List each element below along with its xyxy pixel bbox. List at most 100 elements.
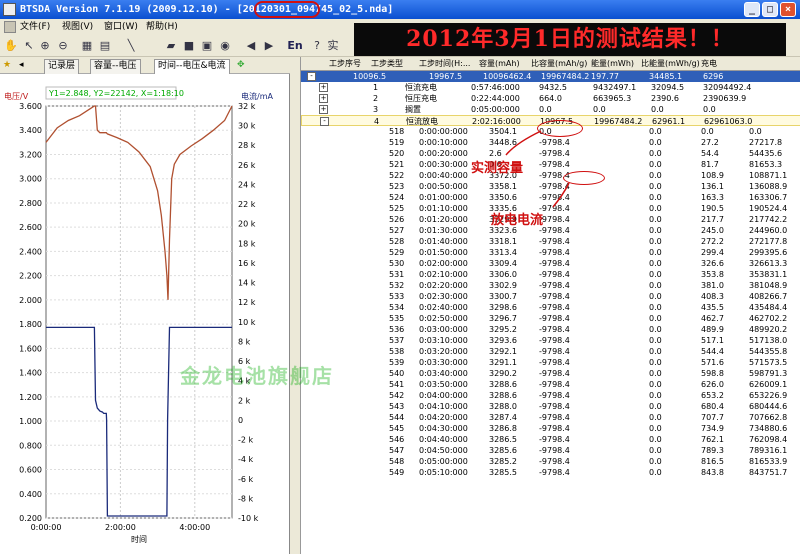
record-cell: 816533.9 (749, 457, 788, 466)
record-cell: 353831.1 (749, 270, 788, 279)
record-row[interactable]: 549 0:05:10:000 3285.5 -9798.4 0.0 843.8 84375… (301, 467, 800, 478)
record-row[interactable]: 532 0:02:20:000 3302.9 -9798.4 0.0 381.0 38104… (301, 280, 800, 291)
y1-tick-label: 0.400 (19, 490, 42, 499)
record-cell: -9798.4 (539, 259, 570, 268)
record-row[interactable]: 535 0:02:50:000 3296.7 -9798.4 0.0 462.7 46270… (301, 313, 800, 324)
save-icon[interactable]: ■ (182, 39, 196, 53)
tab-records[interactable]: 记录层 (44, 59, 80, 74)
open-folder-icon[interactable]: ▰ (164, 39, 178, 53)
record-cell: 531 (389, 270, 405, 279)
record-cell: 843.8 (701, 468, 724, 477)
record-cell: 0:02:30:000 (419, 292, 468, 301)
line-tool-icon[interactable]: ╲ (124, 39, 138, 53)
record-cell: 541 (389, 380, 405, 389)
record-cell: 534 (389, 303, 405, 312)
record-row[interactable]: 542 0:04:00:000 3288.6 -9798.4 0.0 653.2 65322… (301, 390, 800, 401)
tab-capacity-voltage[interactable]: 容量--电压 (90, 59, 141, 74)
record-cell: 0.0 (649, 457, 662, 466)
mode-button[interactable]: 实 (326, 39, 340, 53)
record-row[interactable]: 545 0:04:30:000 3286.8 -9798.4 0.0 734.9 73488… (301, 423, 800, 434)
record-row[interactable]: 541 0:03:50:000 3288.6 -9798.4 0.0 626.0 62600… (301, 379, 800, 390)
record-row[interactable]: 537 0:03:10:000 3293.6 -9798.4 0.0 517.1 51713… (301, 335, 800, 346)
menu-file[interactable]: 文件(F) (20, 19, 50, 36)
record-cell: -9798.4 (539, 446, 570, 455)
record-row[interactable]: 548 0:05:00:000 3285.2 -9798.4 0.0 816.5 81653… (301, 456, 800, 467)
doc-icon (4, 21, 16, 33)
record-cell: -9798.4 (539, 336, 570, 345)
y2-tick-label: 14 k (238, 279, 256, 288)
record-cell: 3287.4 (489, 413, 517, 422)
y1-tick-label: 2.200 (19, 272, 42, 281)
pointer-icon[interactable]: ↖ (22, 39, 36, 53)
record-cell: 626.0 (701, 380, 724, 389)
record-row[interactable]: 543 0:04:10:000 3288.0 -9798.4 0.0 680.4 68044… (301, 401, 800, 412)
record-cell: 0.0 (649, 292, 662, 301)
record-cell: 517138.0 (749, 336, 788, 345)
record-cell: 3292.1 (489, 347, 517, 356)
y1-tick-label: 0.600 (19, 466, 42, 475)
record-cell: 3286.5 (489, 435, 517, 444)
record-row[interactable]: 544 0:04:20:000 3287.4 -9798.4 0.0 707.7 70766… (301, 412, 800, 423)
record-row[interactable]: 531 0:02:10:000 3306.0 -9798.4 0.0 353.8 35383… (301, 269, 800, 280)
record-cell: 543 (389, 402, 405, 411)
table-icon[interactable]: ▦ (80, 39, 94, 53)
menu-help[interactable]: 帮助(H) (146, 19, 178, 36)
record-cell: -9798.4 (539, 468, 570, 477)
y1-tick-label: 1.200 (19, 393, 42, 402)
settings-icon[interactable]: ◉ (218, 39, 232, 53)
record-row[interactable]: 538 0:03:20:000 3292.1 -9798.4 0.0 544.4 54435… (301, 346, 800, 357)
plot-frame (45, 105, 233, 519)
tab-time-voltage-current[interactable]: 时间--电压&电流 (154, 59, 230, 75)
arrow-left-icon[interactable]: ◀ (244, 39, 258, 53)
window-title: BTSDA Version 7.1.19 (2009.12.10) - [201… (20, 0, 393, 19)
record-cell: 408266.7 (749, 292, 788, 301)
record-cell: 0:04:10:000 (419, 402, 468, 411)
current-series-line (46, 326, 232, 517)
help-icon[interactable]: ? (310, 39, 324, 53)
add-tab-icon[interactable]: ✥ (234, 59, 248, 74)
record-cell: 3291.1 (489, 358, 517, 367)
data-grid: 工步序号 工步类型 工步时间(H:... 容量(mAh) 比容量(mAh/g) 能量(mW… (300, 57, 800, 554)
record-row[interactable]: 536 0:03:00:000 3295.2 -9798.4 0.0 489.9 48992… (301, 324, 800, 335)
y2-tick-label: 28 k (238, 141, 256, 150)
record-row[interactable]: 534 0:02:40:000 3298.6 -9798.4 0.0 435.5 43548… (301, 302, 800, 313)
tab-scroll-left[interactable]: ◂ (16, 59, 42, 74)
record-cell: 547 (389, 446, 405, 455)
record-cell: -9798.4 (539, 347, 570, 356)
y2-tick-label: 20 k (238, 220, 256, 229)
record-row[interactable]: 547 0:04:50:000 3285.6 -9798.4 0.0 789.3 78931… (301, 445, 800, 456)
close-button[interactable]: × (780, 2, 796, 17)
record-row[interactable]: 540 0:03:40:000 3290.2 -9798.4 0.0 598.8 59879… (301, 368, 800, 379)
menu-window[interactable]: 窗口(W) (104, 19, 138, 36)
record-cell: 0.0 (649, 336, 662, 345)
result-banner: 2012年3月1日的测试结果！！ (354, 23, 786, 56)
record-row[interactable]: 530 0:02:00:000 3309.4 -9798.4 0.0 326.6 32661… (301, 258, 800, 269)
maximize-button[interactable]: □ (762, 2, 778, 17)
zoom-in-icon[interactable]: ⊕ (38, 39, 52, 53)
minimize-button[interactable]: _ (744, 2, 760, 17)
record-cell: 0.0 (649, 468, 662, 477)
record-cell: 0:05:10:000 (419, 468, 468, 477)
record-cell: 3288.0 (489, 402, 517, 411)
record-cell: 0:02:40:000 (419, 303, 468, 312)
record-cell: 3288.6 (489, 380, 517, 389)
record-cell: 680.4 (701, 402, 724, 411)
grid-icon[interactable]: ▤ (98, 39, 112, 53)
record-row[interactable]: 539 0:03:30:000 3291.1 -9798.4 0.0 571.6 57157… (301, 357, 800, 368)
record-cell: 3290.2 (489, 369, 517, 378)
y2-tick-label: 26 k (238, 161, 256, 170)
hand-icon[interactable]: ✋ (4, 39, 18, 53)
print-icon[interactable]: ▣ (200, 39, 214, 53)
record-row[interactable]: 546 0:04:40:000 3286.5 -9798.4 0.0 762.1 76209… (301, 434, 800, 445)
voltage-current-chart[interactable]: Y1=2.848, Y2=22142, X=1:18:10 电压/V 电流/mA 0:… (0, 74, 290, 554)
arrow-right-icon[interactable]: ▶ (262, 39, 276, 53)
zoom-out-icon[interactable]: ⊖ (56, 39, 70, 53)
record-cell: 0:04:00:000 (419, 391, 468, 400)
language-button[interactable]: En (286, 39, 304, 53)
menu-view[interactable]: 视图(V) (62, 19, 93, 36)
record-cell: 381048.9 (749, 281, 788, 290)
y1-tick-label: 0.200 (19, 514, 42, 523)
panel-splitter[interactable] (290, 57, 300, 554)
record-row[interactable]: 533 0:02:30:000 3300.7 -9798.4 0.0 408.3 40826… (301, 291, 800, 302)
record-cell: 0.0 (649, 347, 662, 356)
